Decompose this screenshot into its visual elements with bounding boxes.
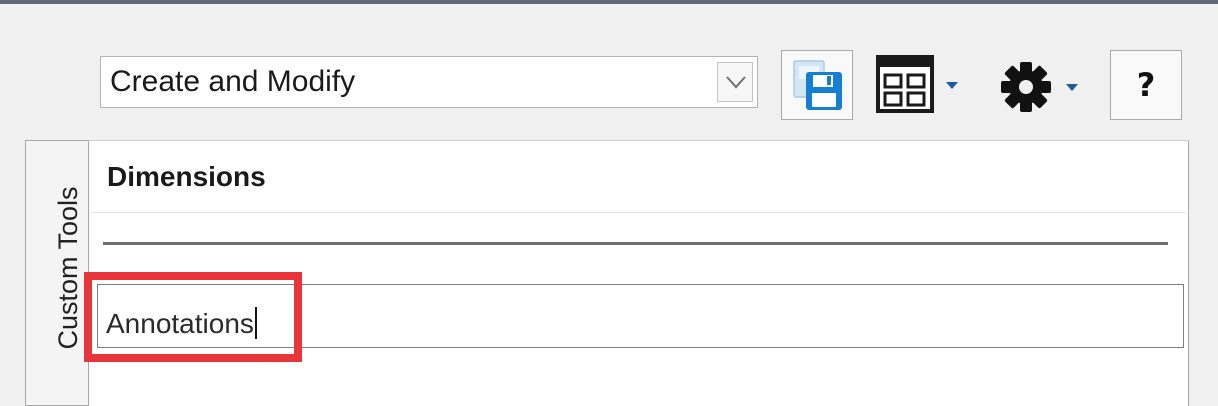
tab-custom-tools[interactable]: Custom Tools <box>25 140 88 406</box>
settings-button[interactable] <box>998 56 1088 118</box>
help-button[interactable]: ? <box>1110 50 1182 120</box>
save-icon <box>793 60 842 110</box>
layout-icon <box>876 55 958 113</box>
save-button[interactable] <box>781 50 853 120</box>
heading-divider <box>91 212 1186 213</box>
preset-select-value: Create and Modify <box>110 65 356 98</box>
preset-select[interactable]: Create and Modify <box>100 56 758 108</box>
dropdown-caret-icon <box>946 82 958 89</box>
gear-icon <box>1001 62 1078 112</box>
layout-button[interactable] <box>876 54 968 116</box>
preset-dropdown-button[interactable] <box>717 62 753 102</box>
separator-line[interactable] <box>103 242 1168 245</box>
highlight-annotation-box <box>84 272 302 362</box>
window-top-border <box>0 0 1218 4</box>
chevron-down-icon <box>726 76 746 89</box>
group-heading: Dimensions <box>107 161 266 192</box>
